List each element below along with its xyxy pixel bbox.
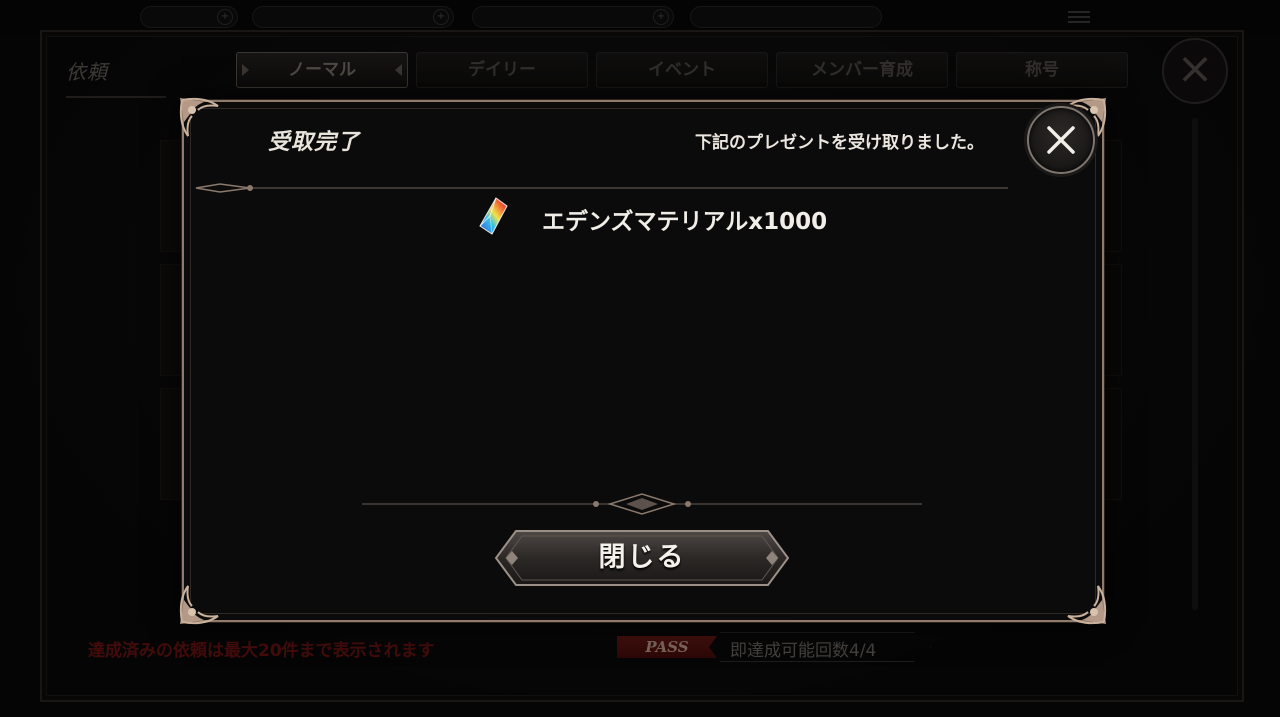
dialog-title: 受取完了 xyxy=(268,130,361,155)
corner-ornament-icon xyxy=(174,92,228,146)
close-dialog-button[interactable]: 閉じる xyxy=(494,529,790,587)
dialog-close-x-button[interactable] xyxy=(1027,106,1095,174)
corner-ornament-icon xyxy=(174,576,228,630)
close-button-label: 閉じる xyxy=(598,542,686,573)
reward-item-text: エデンズマテリアルx1000 xyxy=(542,209,828,235)
receipt-complete-dialog: 受取完了 下記のプレゼントを受け取りました。 エデンズマテリアルx1000 閉じ… xyxy=(179,97,1107,625)
title-divider xyxy=(190,178,1008,193)
dialog-description: 下記のプレゼントを受け取りました。 xyxy=(695,133,984,153)
rainbow-crystal-icon xyxy=(479,197,508,235)
close-icon xyxy=(1047,126,1075,154)
footer-divider xyxy=(362,492,922,516)
corner-ornament-icon xyxy=(1058,576,1112,630)
